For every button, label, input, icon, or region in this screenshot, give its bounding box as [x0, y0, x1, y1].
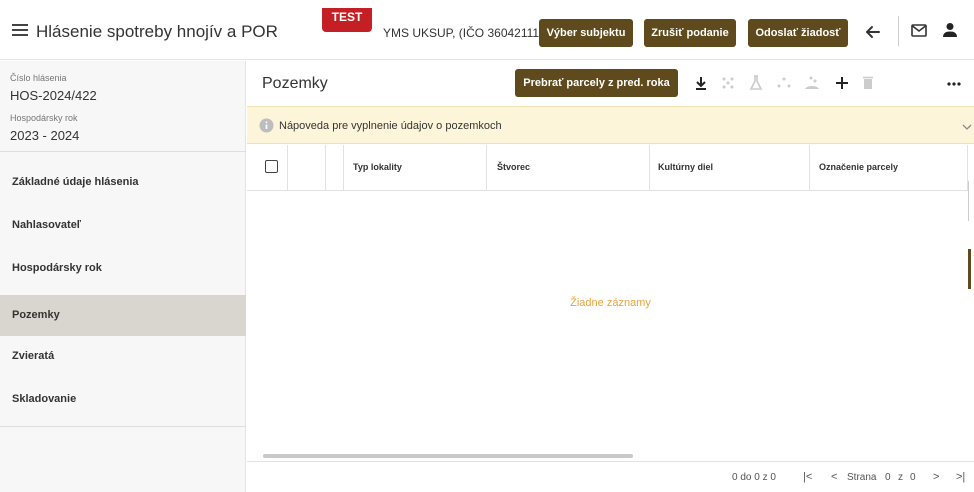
sidebar-item-skladovanie[interactable]: Skladovanie: [0, 379, 246, 420]
report-number: HOS-2024/422: [10, 88, 97, 103]
side-panel-tab[interactable]: [968, 181, 974, 221]
first-page-icon[interactable]: |<: [803, 471, 812, 483]
page-total: 0: [910, 472, 916, 483]
sidebar-item-nahlasovatel[interactable]: Nahlasovateľ: [0, 205, 246, 246]
add-icon[interactable]: [833, 74, 851, 92]
subject-label: YMS UKSUP, (IČO 36042111): [383, 26, 544, 40]
select-all-checkbox[interactable]: [265, 160, 278, 173]
help-text: Nápoveda pre vyplnenie údajov o pozemkoc…: [279, 120, 502, 132]
column-header-oznacenie-parcely[interactable]: Označenie parcely: [819, 162, 898, 172]
app-title: Hlásenie spotreby hnojív a POR: [36, 22, 278, 41]
send-request-button[interactable]: Odoslať žiadosť: [748, 19, 848, 47]
empty-state-text: Žiadne záznamy: [570, 297, 651, 309]
last-page-icon[interactable]: >|: [956, 471, 965, 483]
take-previous-parcels-button[interactable]: Prebrať parcely z pred. roka: [515, 69, 678, 97]
back-arrow-icon[interactable]: [863, 22, 883, 42]
page-of-label: z: [898, 472, 903, 483]
column-divider: [486, 145, 487, 191]
fertilize-icon[interactable]: [803, 74, 821, 92]
sidebar-divider: [0, 151, 246, 152]
column-header-typ-lokality[interactable]: Typ lokality: [353, 162, 402, 172]
mail-icon[interactable]: [911, 24, 927, 37]
main-content: Pozemky Prebrať parcely z pred. roka Náp…: [247, 61, 974, 492]
page-label: Strana: [847, 472, 877, 483]
chevron-down-icon[interactable]: [962, 123, 972, 131]
scatter-icon[interactable]: [775, 74, 793, 92]
column-divider: [649, 145, 650, 191]
help-bar[interactable]: Nápoveda pre vyplnenie údajov o pozemkoc…: [247, 106, 974, 144]
sidebar-item-hospodarsky-rok[interactable]: Hospodársky rok: [0, 248, 246, 289]
column-divider: [287, 145, 288, 191]
delete-icon[interactable]: [859, 74, 877, 92]
app-header: Hlásenie spotreby hnojív a POR TEST YMS …: [0, 0, 974, 60]
lab-flask-icon[interactable]: [747, 74, 765, 92]
next-page-icon[interactable]: >: [933, 471, 939, 483]
pagination-range: 0 do 0 z 0: [732, 472, 776, 483]
sidebar-item-pozemky[interactable]: Pozemky: [0, 295, 246, 336]
report-number-label: Číslo hlásenia: [10, 73, 67, 83]
horizontal-scrollbar[interactable]: [251, 453, 967, 459]
environment-badge: TEST: [322, 8, 372, 32]
column-header-kulturny-diel[interactable]: Kultúrny diel: [658, 162, 713, 172]
fiscal-year-label: Hospodársky rok: [10, 113, 78, 123]
cancel-submission-button[interactable]: Zrušiť podanie: [644, 19, 736, 47]
column-divider: [809, 145, 810, 191]
user-icon[interactable]: [942, 22, 958, 38]
sidebar-item-zvierata[interactable]: Zvieratá: [0, 336, 246, 377]
split-icon[interactable]: [719, 74, 737, 92]
side-panel-tab[interactable]: [968, 249, 974, 289]
menu-icon[interactable]: [12, 24, 28, 36]
page-number: 0: [885, 472, 891, 483]
column-header-stvorec[interactable]: Štvorec: [497, 162, 530, 172]
sidebar-item-zakladne-udaje[interactable]: Základné údaje hlásenia: [0, 162, 246, 203]
sidebar: Číslo hlásenia HOS-2024/422 Hospodársky …: [0, 61, 246, 492]
previous-page-icon[interactable]: <: [831, 471, 837, 483]
select-subject-button[interactable]: Výber subjektu: [539, 19, 633, 47]
column-divider: [343, 145, 344, 191]
header-divider: [898, 16, 899, 46]
section-title: Pozemky: [262, 75, 328, 92]
table-header: Typ lokality Štvorec Kultúrny diel Označ…: [247, 145, 974, 191]
pagination-bar: 0 do 0 z 0 |< < Strana 0 z 0 > >|: [247, 461, 974, 492]
fiscal-year: 2023 - 2024: [10, 128, 80, 143]
column-divider: [325, 145, 326, 191]
scrollbar-thumb[interactable]: [263, 454, 633, 458]
info-icon: [259, 118, 274, 133]
download-icon[interactable]: [692, 74, 710, 92]
sidebar-divider: [0, 426, 246, 427]
more-icon[interactable]: [945, 74, 963, 92]
